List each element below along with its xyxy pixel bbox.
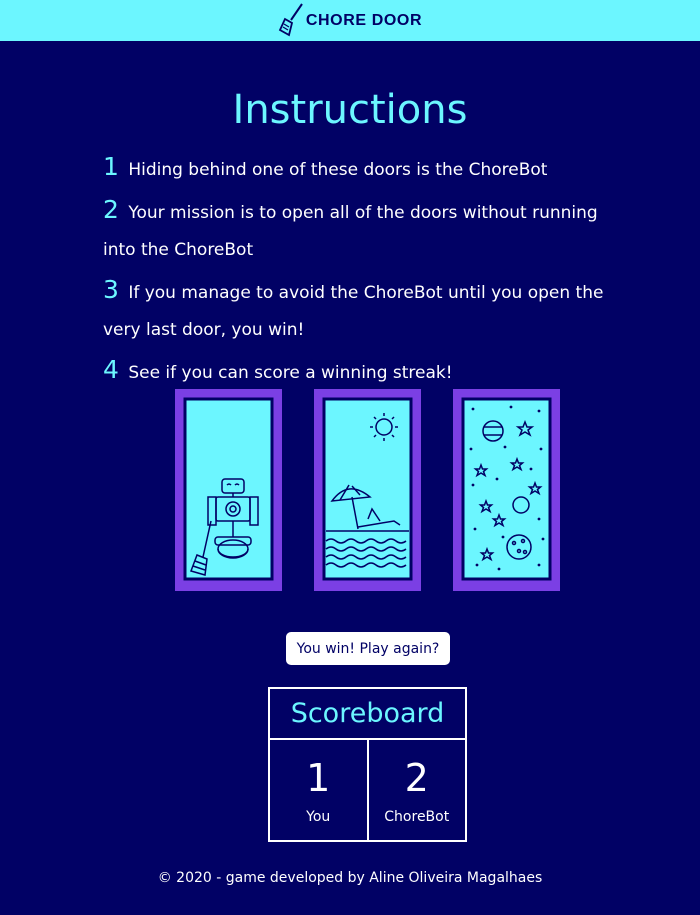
instruction-text: Your mission is to open all of the doors… <box>103 203 598 260</box>
space-icon <box>453 389 560 591</box>
top-header: CHORE DOOR <box>0 0 700 41</box>
robot-icon <box>175 389 282 591</box>
instruction-text: See if you can score a winning streak! <box>128 363 453 383</box>
scoreboard-title: Scoreboard <box>270 689 465 740</box>
instructions-list: 1 Hiding behind one of these doors is th… <box>103 148 633 394</box>
doors-row <box>175 389 565 591</box>
app-title: CHORE DOOR <box>305 11 423 29</box>
instruction-item: 2 Your mission is to open all of the doo… <box>103 191 633 269</box>
instruction-number: 3 <box>103 275 119 304</box>
score-columns: 1 You 2 ChoreBot <box>270 740 465 840</box>
door-2[interactable] <box>314 389 421 591</box>
play-again-button[interactable]: You win! Play again? <box>286 632 450 665</box>
instruction-text: If you manage to avoid the ChoreBot unti… <box>103 283 604 340</box>
beach-icon <box>314 389 421 591</box>
instruction-number: 1 <box>103 152 119 181</box>
bot-label: ChoreBot <box>384 809 450 825</box>
player-score: 1 <box>306 756 331 800</box>
instruction-item: 3 If you manage to avoid the ChoreBot un… <box>103 271 633 349</box>
player-label: You <box>306 809 331 825</box>
instruction-number: 2 <box>103 195 119 224</box>
door-3[interactable] <box>453 389 560 591</box>
bot-score: 2 <box>404 756 429 800</box>
scoreboard: Scoreboard 1 You 2 ChoreBot <box>268 687 467 842</box>
footer-credit: © 2020 - game developed by Aline Oliveir… <box>157 870 543 886</box>
player-score-column: 1 You <box>270 740 369 840</box>
instructions-title: Instructions <box>232 87 468 133</box>
instruction-item: 1 Hiding behind one of these doors is th… <box>103 148 633 189</box>
instruction-number: 4 <box>103 355 119 384</box>
broom-icon <box>278 2 303 36</box>
instruction-item: 4 See if you can score a winning streak! <box>103 351 633 392</box>
door-1[interactable] <box>175 389 282 591</box>
instruction-text: Hiding behind one of these doors is the … <box>128 160 548 180</box>
bot-score-column: 2 ChoreBot <box>369 740 466 840</box>
